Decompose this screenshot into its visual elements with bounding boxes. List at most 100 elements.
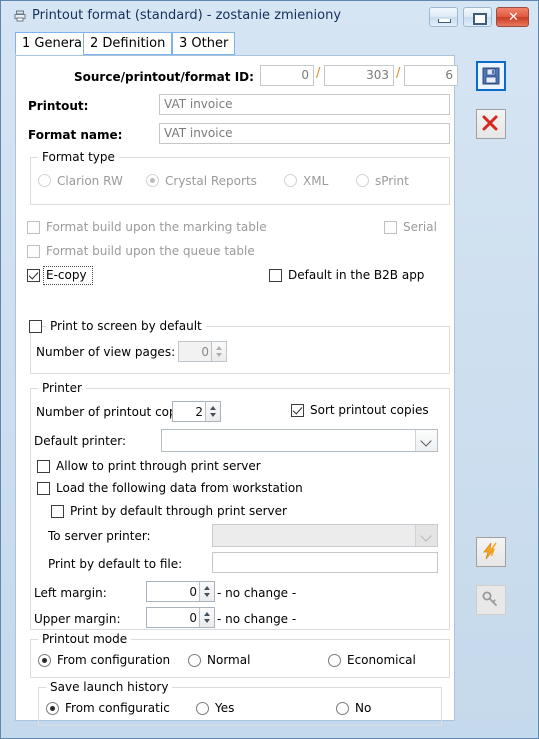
copies-stepper[interactable] [172, 401, 221, 422]
tab-other[interactable]: 3 Other [172, 32, 236, 55]
checkbox-serial[interactable] [384, 221, 397, 234]
minimize-icon [438, 19, 451, 23]
radio-mode-normal[interactable] [188, 654, 201, 667]
printout-id-field[interactable]: 303 [324, 65, 394, 86]
radio-crystal-reports[interactable] [146, 174, 159, 187]
floppy-disk-icon [482, 67, 500, 85]
upper-margin-spin-buttons[interactable] [199, 608, 214, 627]
checkbox-ecopy-label: E-copy [46, 268, 87, 282]
chevron-down-icon[interactable] [415, 525, 437, 546]
checkbox-print-default-server-label: Print by default through print server [70, 504, 287, 518]
default-printer-combo[interactable] [161, 429, 438, 452]
checkbox-queue-table[interactable] [27, 245, 40, 258]
save-button[interactable] [476, 61, 506, 91]
left-margin-stepper[interactable] [146, 581, 215, 602]
run-button[interactable] [476, 537, 506, 567]
spin-up-icon[interactable] [216, 346, 222, 350]
spin-down-icon[interactable] [204, 619, 210, 623]
radio-sprint[interactable] [356, 174, 369, 187]
checkbox-b2b-default-label: Default in the B2B app [288, 268, 425, 282]
view-pages-input[interactable] [179, 342, 213, 361]
left-margin-input[interactable] [147, 582, 201, 601]
printer-group-title: Printer [38, 381, 86, 395]
checkbox-print-to-screen[interactable] [29, 320, 42, 333]
radio-crystal-reports-label: Crystal Reports [165, 174, 257, 188]
key-icon [482, 591, 497, 606]
dialog-window: Printout format (standard) - zostanie zm… [0, 0, 539, 739]
radio-clarion-rw-label: Clarion RW [57, 174, 123, 188]
format-id-field[interactable]: 6 [404, 65, 458, 86]
spin-up-icon[interactable] [210, 406, 216, 410]
left-margin-note: - no change - [217, 586, 297, 600]
radio-history-from-configuration-label: From configuratic [65, 701, 170, 715]
checkbox-b2b-default[interactable] [269, 269, 282, 282]
view-pages-stepper[interactable] [178, 341, 227, 362]
permissions-button [476, 585, 506, 615]
checkbox-allow-print-server-label: Allow to print through print server [56, 459, 261, 473]
close-icon: ✕ [508, 10, 519, 25]
radio-mode-from-configuration[interactable] [38, 654, 51, 667]
copies-spin-buttons[interactable] [205, 402, 220, 421]
radio-clarion-rw[interactable] [38, 174, 51, 187]
cancel-button[interactable] [476, 109, 506, 139]
maximize-button[interactable] [463, 7, 492, 27]
id-separator-2: / [396, 66, 401, 81]
copies-label: Number of printout cop [36, 405, 177, 419]
radio-sprint-label: sPrint [375, 174, 409, 188]
copies-input[interactable] [173, 402, 207, 421]
radio-history-no[interactable] [336, 702, 349, 715]
radio-xml[interactable] [284, 174, 297, 187]
radio-mode-normal-label: Normal [207, 653, 251, 667]
default-printer-label: Default printer: [34, 434, 127, 448]
checkbox-print-default-server[interactable] [51, 505, 64, 518]
checkbox-marking-table[interactable] [27, 221, 40, 234]
lightning-bolt-icon [483, 542, 497, 560]
spin-down-icon[interactable] [216, 353, 222, 357]
to-server-printer-combo[interactable] [212, 524, 438, 547]
radio-history-yes[interactable] [196, 702, 209, 715]
checkbox-queue-table-label: Format build upon the queue table [46, 244, 255, 258]
view-pages-spin-buttons[interactable] [211, 342, 226, 361]
close-button[interactable]: ✕ [496, 7, 529, 27]
view-pages-label: Number of view pages: [36, 345, 176, 359]
spin-up-icon[interactable] [204, 586, 210, 590]
radio-history-yes-label: Yes [215, 701, 235, 715]
format-name-field[interactable]: VAT invoice [159, 123, 450, 144]
chevron-down-icon[interactable] [415, 430, 437, 451]
tab-definition[interactable]: 2 Definition [83, 32, 173, 55]
upper-margin-input[interactable] [147, 608, 201, 627]
general-tab-panel: Source/printout/format ID: 0 / 303 / 6 P… [15, 55, 458, 726]
print-to-file-field[interactable] [212, 552, 438, 573]
save-launch-history-title: Save launch history [46, 680, 173, 694]
upper-margin-label: Upper margin: [34, 612, 121, 626]
to-server-printer-label: To server printer: [48, 529, 151, 543]
checkbox-load-workstation[interactable] [37, 482, 50, 495]
checkbox-load-workstation-label: Load the following data from workstation [56, 481, 303, 495]
tab-general[interactable]: 1 General [15, 32, 93, 55]
checkbox-ecopy[interactable] [27, 269, 40, 282]
print-to-file-label: Print by default to file: [48, 557, 183, 571]
radio-history-from-configuration[interactable] [46, 702, 59, 715]
printer-icon [14, 10, 26, 22]
maximize-icon [473, 13, 487, 25]
printout-label: Printout: [28, 99, 89, 113]
spin-down-icon[interactable] [210, 413, 216, 417]
upper-margin-stepper[interactable] [146, 607, 215, 628]
title-bar: Printout format (standard) - zostanie zm… [2, 2, 538, 30]
id-separator-1: / [316, 66, 321, 81]
checkbox-sort-copies-label: Sort printout copies [310, 403, 429, 417]
minimize-button[interactable] [429, 7, 458, 27]
radio-mode-economical[interactable] [328, 654, 341, 667]
printout-mode-title: Printout mode [38, 632, 132, 646]
checkbox-sort-copies[interactable] [291, 404, 304, 417]
radio-xml-label: XML [303, 174, 329, 188]
source-id-field[interactable]: 0 [260, 65, 314, 86]
spin-up-icon[interactable] [204, 612, 210, 616]
left-margin-spin-buttons[interactable] [199, 582, 214, 601]
printout-field[interactable]: VAT invoice [159, 94, 450, 115]
checkbox-allow-print-server[interactable] [37, 460, 50, 473]
format-name-label: Format name: [28, 128, 123, 142]
upper-margin-note: - no change - [217, 612, 297, 626]
radio-history-no-label: No [355, 701, 372, 715]
spin-down-icon[interactable] [204, 593, 210, 597]
